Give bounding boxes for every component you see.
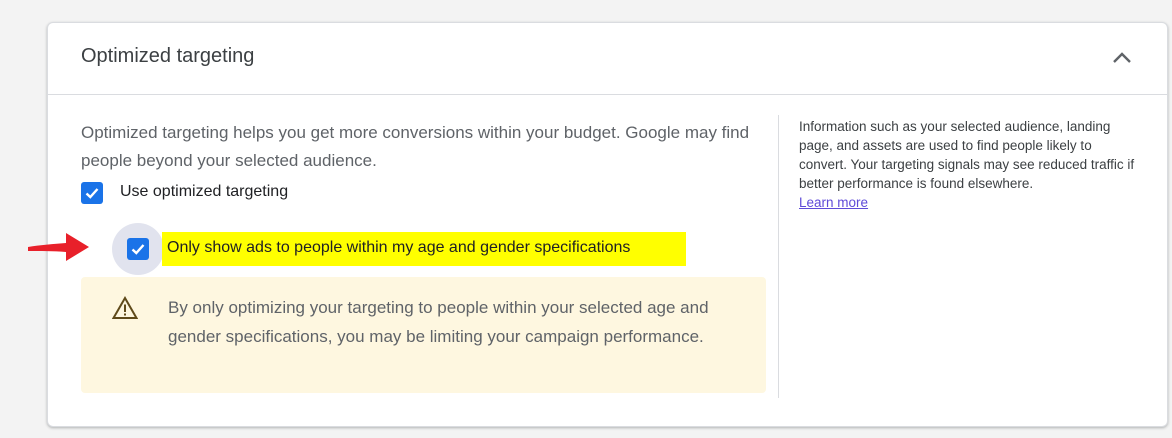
- side-panel: Information such as your selected audien…: [799, 117, 1139, 212]
- checkmark-icon: [85, 188, 99, 199]
- warning-banner: By only optimizing your targeting to peo…: [81, 277, 766, 393]
- vertical-divider: [778, 115, 779, 398]
- age-gender-only-label[interactable]: Only show ads to people within my age an…: [167, 239, 630, 257]
- use-optimized-targeting-checkbox[interactable]: [81, 182, 103, 204]
- warning-text: By only optimizing your targeting to peo…: [168, 298, 709, 346]
- age-gender-only-checkbox[interactable]: [127, 238, 149, 260]
- red-arrow-icon: [28, 233, 89, 261]
- card-title: Optimized targeting: [81, 45, 255, 67]
- description-text: Optimized targeting helps you get more c…: [81, 123, 750, 170]
- chevron-up-icon: [1113, 52, 1131, 63]
- card-header[interactable]: Optimized targeting: [48, 23, 1167, 95]
- side-info-text: Information such as your selected audien…: [799, 119, 1135, 191]
- checkmark-icon: [131, 244, 145, 255]
- collapse-button[interactable]: [1107, 43, 1137, 73]
- use-optimized-targeting-label[interactable]: Use optimized targeting: [120, 183, 288, 201]
- warning-triangle-icon: [112, 296, 138, 319]
- learn-more-link[interactable]: Learn more: [799, 195, 868, 210]
- optimized-targeting-card: Optimized targeting Optimized targeting …: [47, 22, 1168, 427]
